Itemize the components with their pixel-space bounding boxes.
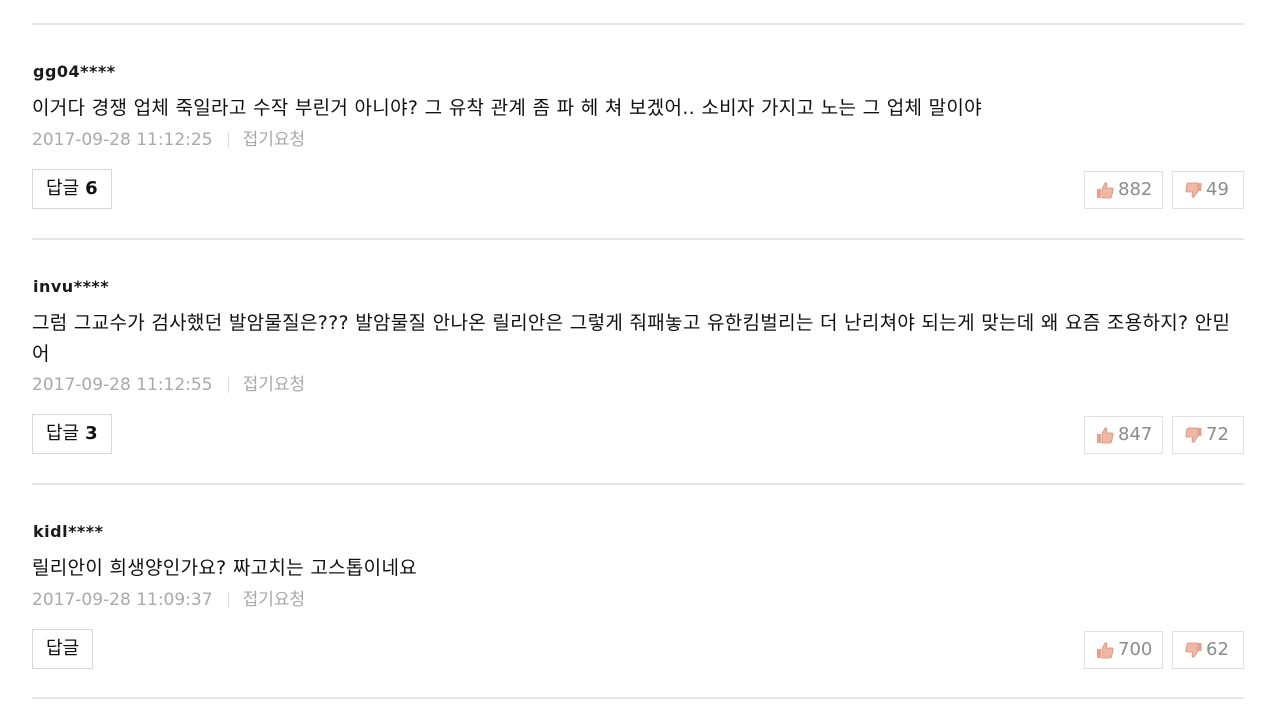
divider xyxy=(32,483,1244,485)
divider xyxy=(32,23,1244,25)
like-button[interactable]: 882 xyxy=(1084,171,1163,209)
comment-meta: 2017-09-28 11:12:55 접기요청 xyxy=(32,374,305,396)
reply-label: 답글 xyxy=(46,178,80,199)
thumbs-down-icon xyxy=(1185,427,1202,443)
reply-label: 답글 xyxy=(46,638,80,659)
thumbs-up-icon xyxy=(1097,182,1114,199)
comment-meta: 2017-09-28 11:12:25 접기요청 xyxy=(32,129,305,151)
comment-author[interactable]: invu**** xyxy=(33,277,109,297)
like-count: 700 xyxy=(1118,639,1153,660)
reply-button[interactable]: 답글 xyxy=(32,629,94,669)
reply-button[interactable]: 답글 3 xyxy=(32,414,112,454)
dislike-count: 72 xyxy=(1206,424,1229,445)
comment-text: 그럼 그교수가 검사했던 발암물질은??? 발암물질 안나온 릴리안은 그렇게 … xyxy=(32,312,1231,365)
dislike-button[interactable]: 72 xyxy=(1172,416,1244,454)
comment-author[interactable]: kidl**** xyxy=(33,522,104,542)
thumbs-down-icon xyxy=(1185,642,1202,658)
divider xyxy=(32,697,1244,699)
dislike-count: 49 xyxy=(1206,179,1229,200)
reply-count: 3 xyxy=(85,423,98,444)
thumbs-up-icon xyxy=(1097,427,1114,444)
like-count: 847 xyxy=(1118,424,1153,445)
like-button[interactable]: 847 xyxy=(1084,416,1163,454)
fold-request-link[interactable]: 접기요청 xyxy=(243,589,306,611)
comment-timestamp: 2017-09-28 11:12:25 xyxy=(32,130,213,150)
like-button[interactable]: 700 xyxy=(1084,631,1163,669)
reply-button[interactable]: 답글 6 xyxy=(32,169,112,209)
reply-label: 답글 xyxy=(46,423,80,444)
fold-request-link[interactable]: 접기요청 xyxy=(243,129,306,151)
dislike-button[interactable]: 62 xyxy=(1172,631,1244,669)
thumbs-up-icon xyxy=(1097,642,1114,659)
reply-count: 6 xyxy=(85,178,98,199)
like-count: 882 xyxy=(1118,179,1153,200)
dislike-count: 62 xyxy=(1206,639,1229,660)
thumbs-down-icon xyxy=(1185,182,1202,198)
meta-separator xyxy=(227,377,229,393)
comment-meta: 2017-09-28 11:09:37 접기요청 xyxy=(32,589,305,611)
fold-request-link[interactable]: 접기요청 xyxy=(243,374,306,396)
comment-text: 릴리안이 희생양인가요? 짜고치는 고스톱이네요 xyxy=(32,557,418,579)
meta-separator xyxy=(227,132,229,148)
meta-separator xyxy=(227,592,229,608)
comment-author[interactable]: gg04**** xyxy=(33,62,116,82)
dislike-button[interactable]: 49 xyxy=(1172,171,1244,209)
comment-timestamp: 2017-09-28 11:12:55 xyxy=(32,375,213,395)
comment-text: 이거다 경쟁 업체 죽일라고 수작 부린거 아니야? 그 유착 관계 좀 파 헤… xyxy=(32,97,982,119)
comment-timestamp: 2017-09-28 11:09:37 xyxy=(32,590,213,610)
divider xyxy=(32,238,1244,240)
